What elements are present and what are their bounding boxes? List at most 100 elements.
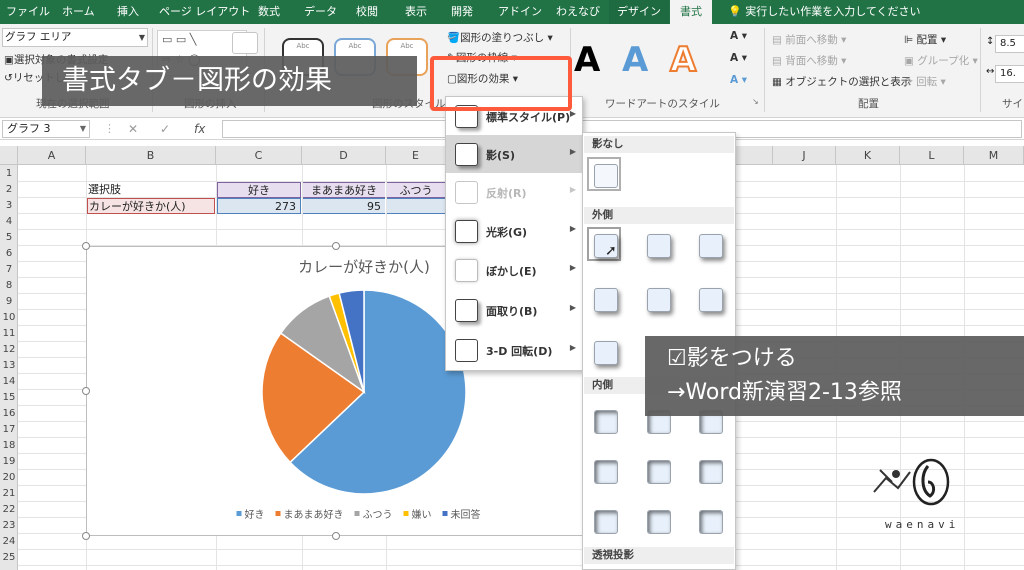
chart-legend[interactable]: 好き まあまあ好き ふつう 嫌い 未回答 — [236, 508, 481, 521]
rotate-button[interactable]: ⟳ 回転 ▾ — [904, 74, 946, 89]
tab-developer[interactable]: 開発 — [451, 0, 473, 24]
row-header[interactable]: 9 — [0, 294, 18, 310]
tab-home[interactable]: ホーム — [62, 0, 95, 24]
cell-d3[interactable]: 95 — [303, 198, 385, 214]
row-header[interactable]: 11 — [0, 326, 18, 342]
row-header[interactable]: 25 — [0, 550, 18, 566]
row-header[interactable]: 18 — [0, 438, 18, 454]
tab-insert[interactable]: 挿入 — [117, 0, 139, 24]
column-header[interactable]: B — [86, 146, 216, 165]
row-header[interactable]: 7 — [0, 262, 18, 278]
tab-addins[interactable]: アドイン — [498, 0, 542, 24]
row-header[interactable]: 17 — [0, 422, 18, 438]
resize-handle[interactable] — [332, 532, 340, 540]
cell-c2[interactable]: 好き — [217, 182, 301, 198]
text-outline-button[interactable]: A ▾ — [730, 52, 747, 64]
group-button[interactable]: ▣ グループ化 ▾ — [904, 53, 978, 68]
enter-icon[interactable]: ✓ — [160, 120, 170, 138]
preset-outer-6[interactable] — [699, 288, 723, 312]
tab-waenavi[interactable]: わえなび — [556, 0, 600, 24]
select-all-corner[interactable] — [0, 146, 18, 165]
column-header[interactable]: E — [386, 146, 446, 165]
column-header[interactable]: D — [302, 146, 386, 165]
menu-item-shadow[interactable]: 影(S) ▶ — [446, 135, 582, 173]
row-header[interactable]: 3 — [0, 198, 18, 214]
preset-inner-8[interactable] — [647, 510, 671, 534]
preset-inner-9[interactable] — [699, 510, 723, 534]
preset-inner-5[interactable] — [647, 460, 671, 484]
tab-review[interactable]: 校閲 — [356, 0, 378, 24]
tab-view[interactable]: 表示 — [405, 0, 427, 24]
preset-outer-2[interactable] — [647, 234, 671, 258]
row-header[interactable]: 24 — [0, 534, 18, 550]
tab-design[interactable]: デザイン — [609, 0, 669, 24]
row-header[interactable]: 19 — [0, 454, 18, 470]
cell-e3[interactable] — [387, 198, 445, 214]
selection-pane-button[interactable]: ▦ オブジェクトの選択と表示 — [772, 74, 911, 89]
row-header[interactable]: 8 — [0, 278, 18, 294]
width-input[interactable]: 16. — [995, 65, 1024, 83]
align-button[interactable]: ⊫ 配置 ▾ — [904, 32, 946, 47]
column-header[interactable]: J — [772, 146, 836, 165]
preset-inner-6[interactable] — [699, 460, 723, 484]
row-header[interactable]: 15 — [0, 390, 18, 406]
menu-item-glow[interactable]: 光彩(G) ▶ — [446, 212, 582, 250]
resize-handle[interactable] — [82, 242, 90, 250]
wordart-preset-blue[interactable]: A — [622, 40, 648, 80]
row-header[interactable]: 5 — [0, 230, 18, 246]
column-header[interactable]: A — [18, 146, 86, 165]
chart-title[interactable]: カレーが好きか(人) — [298, 258, 430, 276]
send-backward-button[interactable]: ▤ 背面へ移動 ▾ — [772, 53, 846, 68]
row-header[interactable]: 6 — [0, 246, 18, 262]
row-header[interactable]: 21 — [0, 486, 18, 502]
cell-b2[interactable]: 選択肢 — [88, 182, 214, 198]
row-header[interactable]: 13 — [0, 358, 18, 374]
tab-formulas[interactable]: 数式 — [258, 0, 280, 24]
preset-inner-4[interactable] — [594, 460, 618, 484]
menu-item-bevel[interactable]: 面取り(B) ▶ — [446, 291, 582, 329]
resize-handle[interactable] — [82, 387, 90, 395]
shape-fill-button[interactable]: 🪣図形の塗りつぶし ▾ — [447, 30, 553, 45]
column-header[interactable]: M — [964, 146, 1024, 165]
cell-d2[interactable]: まあまあ好き — [303, 182, 385, 198]
tab-file[interactable]: ファイル — [6, 0, 50, 24]
preset-no-shadow[interactable] — [594, 164, 618, 188]
tab-page-layout[interactable]: ページ レイアウト — [159, 0, 250, 24]
row-header[interactable]: 12 — [0, 342, 18, 358]
resize-handle[interactable] — [332, 242, 340, 250]
row-header[interactable]: 2 — [0, 182, 18, 198]
menu-item-soft-edges[interactable]: ぼかし(E) ▶ — [446, 251, 582, 289]
menu-item-reflection[interactable]: 反射(R) ▶ — [446, 173, 582, 211]
chart-element-dropdown[interactable]: グラフ エリア ▼ — [2, 28, 148, 47]
row-header[interactable]: 10 — [0, 310, 18, 326]
row-header[interactable]: 20 — [0, 470, 18, 486]
wordart-preset-black[interactable]: A — [574, 40, 600, 80]
text-effects-button[interactable]: A ▾ — [730, 74, 747, 86]
tab-format[interactable]: 書式 — [670, 0, 712, 24]
resize-handle[interactable] — [82, 532, 90, 540]
insert-function-button[interactable]: fx — [194, 120, 205, 138]
column-header[interactable]: L — [900, 146, 964, 165]
cell-b3[interactable]: カレーが好きか(人) — [87, 198, 215, 214]
text-fill-button[interactable]: A ▾ — [730, 30, 747, 42]
column-header[interactable]: C — [216, 146, 302, 165]
row-header[interactable]: 22 — [0, 502, 18, 518]
row-header[interactable]: 1 — [0, 166, 18, 182]
row-header[interactable]: 23 — [0, 518, 18, 534]
preset-outer-4[interactable] — [594, 288, 618, 312]
preset-inner-1[interactable] — [594, 410, 618, 434]
bring-forward-button[interactable]: ▤ 前面へ移動 ▾ — [772, 32, 846, 47]
preset-outer-5[interactable] — [647, 288, 671, 312]
edit-shape-icon[interactable] — [232, 32, 258, 54]
row-header[interactable]: 4 — [0, 214, 18, 230]
wordart-preset-orange[interactable]: A — [669, 39, 697, 81]
tell-me-box[interactable]: 💡 実行したい作業を入力してください — [728, 0, 921, 24]
height-input[interactable]: 8.5 — [995, 35, 1024, 53]
name-box[interactable]: グラフ 3 ▼ — [2, 120, 90, 138]
preset-inner-7[interactable] — [594, 510, 618, 534]
menu-item-3d-rotation[interactable]: 3-D 回転(D) ▶ — [446, 331, 582, 369]
preset-outer-3[interactable] — [699, 234, 723, 258]
cell-c3[interactable]: 273 — [217, 198, 301, 214]
dialog-launcher-icon[interactable]: ↘ — [752, 97, 759, 106]
cell-e2[interactable]: ふつう — [387, 182, 445, 198]
